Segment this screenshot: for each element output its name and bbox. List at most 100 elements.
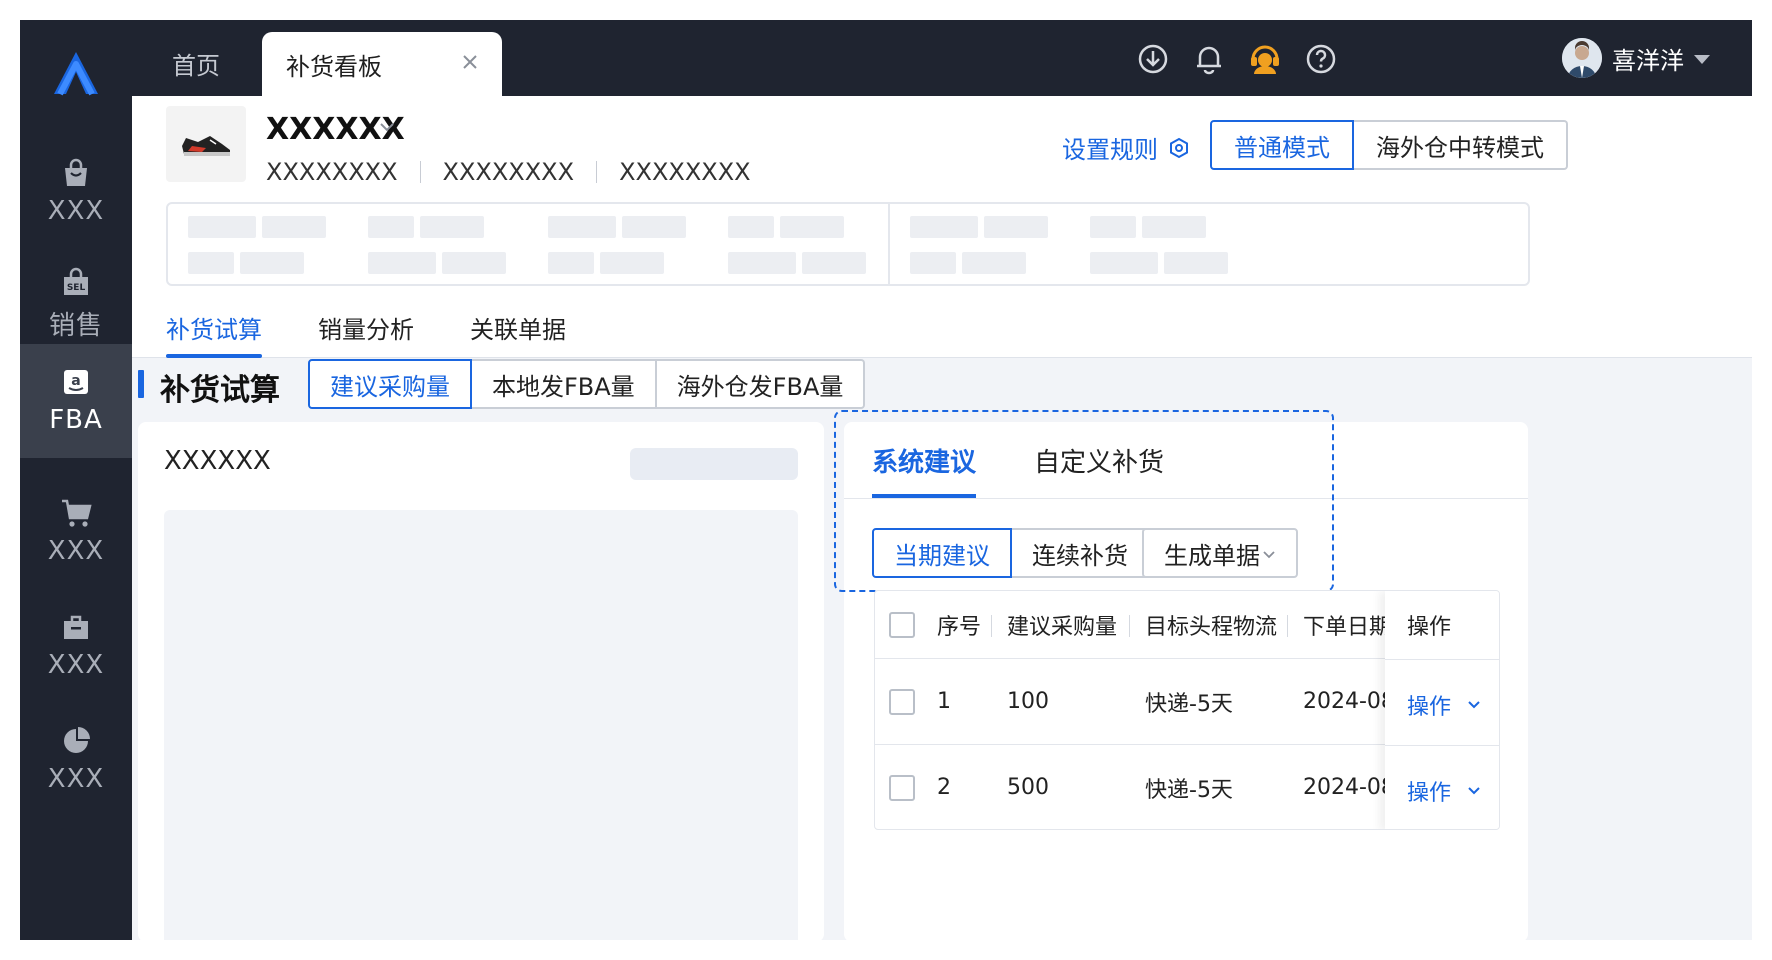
customer-support-icon[interactable] [1248, 42, 1282, 76]
tab-related-docs[interactable]: 关联单据 [470, 296, 566, 358]
skeleton-divider [888, 204, 890, 284]
download-icon[interactable] [1136, 42, 1170, 76]
header-order-date[interactable]: 下单日期 [1303, 591, 1385, 658]
normal-mode-button[interactable]: 普通模式 [1210, 120, 1354, 170]
settings-hex-icon [1170, 137, 1188, 158]
sidebar-item-xxx-3[interactable]: XXX [20, 582, 132, 710]
briefcase-icon [64, 615, 88, 639]
skeleton-block [1142, 216, 1206, 238]
bell-icon[interactable] [1192, 42, 1226, 76]
product-meta-item: XXXXXXXX [619, 158, 751, 186]
sidebar-item-label: XXX [47, 650, 105, 680]
section-title: 补货试算 [160, 373, 280, 408]
local-fba-button[interactable]: 本地发FBA量 [472, 359, 657, 409]
row-action-label: 操作 [1407, 781, 1452, 806]
user-menu[interactable]: 喜洋洋 [1562, 38, 1710, 78]
section-accent-bar [138, 370, 144, 398]
row-action-dropdown[interactable]: 操作 [1407, 689, 1481, 721]
sidebar-item-fba[interactable]: a FBA [20, 344, 132, 458]
product-header: XXXXXX XXXXXXXX XXXXXXXX XXXXXXXX 设置规则 普… [132, 96, 1752, 358]
svg-text:a: a [71, 373, 80, 389]
header-logistics[interactable]: 目标头程物流 [1145, 591, 1277, 658]
chevron-down-icon [1468, 787, 1480, 795]
skeleton-block [802, 252, 866, 274]
tab-sales-analysis[interactable]: 销量分析 [318, 296, 414, 358]
tab-system-suggestion[interactable]: 系统建议 [872, 422, 977, 498]
skeleton-block [188, 216, 256, 238]
tab-restock-calc[interactable]: 补货试算 [166, 296, 262, 358]
app-logo[interactable] [20, 20, 132, 128]
select-all-checkbox[interactable] [889, 611, 915, 638]
skeleton-block [548, 252, 594, 274]
row-action-dropdown[interactable]: 操作 [1407, 775, 1481, 807]
skeleton-block [780, 216, 844, 238]
skeleton-block [442, 252, 506, 274]
sidebar-item-label: FBA [49, 405, 103, 435]
select-all-cell [889, 591, 915, 658]
sidebar-item-label: 销售 [48, 310, 103, 341]
chevron-down-icon [1263, 551, 1275, 559]
sel-bag-icon: SEL [64, 267, 88, 295]
cell-index: 1 [937, 689, 951, 714]
header-qty[interactable]: 建议采购量 [1007, 591, 1117, 658]
cart-icon [62, 499, 92, 527]
cell-qty: 100 [1007, 689, 1049, 714]
product-meta-item: XXXXXXXX [442, 158, 575, 186]
tab-custom-restock[interactable]: 自定义补货 [1034, 422, 1164, 498]
tab-home[interactable]: 首页 [172, 46, 220, 81]
skeleton-block [600, 252, 664, 274]
product-image [166, 106, 246, 182]
generate-document-button[interactable]: 生成单据 [1142, 528, 1298, 578]
row-select-cell [889, 659, 915, 744]
product-meta-item: XXXXXXXX [266, 158, 398, 186]
suggestion-tabs: 系统建议 自定义补货 [872, 422, 1222, 498]
sidebar-item-label: XXX [47, 536, 105, 566]
close-icon[interactable] [458, 50, 482, 74]
current-period-button[interactable]: 当期建议 [872, 528, 1012, 578]
tab-divider [844, 498, 1528, 499]
skeleton-block [548, 216, 616, 238]
skeleton-block [910, 252, 956, 274]
shopping-bag-icon [65, 158, 87, 186]
skeleton-block [1164, 252, 1228, 274]
row-divider [1385, 659, 1499, 660]
caret-down-icon [1694, 54, 1710, 64]
summary-skeleton [166, 202, 1530, 286]
row-checkbox[interactable] [889, 774, 915, 801]
overseas-fba-button[interactable]: 海外仓发FBA量 [656, 359, 866, 409]
meta-divider [419, 161, 421, 183]
period-switch: 当期建议 连续补货 [872, 528, 1150, 578]
skeleton-block [728, 216, 774, 238]
skeleton-block [188, 252, 234, 274]
sidebar-item-xxx-4[interactable]: XXX [20, 696, 132, 824]
skeleton-block [622, 216, 686, 238]
sidebar-item-xxx-1[interactable]: XXX [20, 128, 132, 256]
skeleton-block [962, 252, 1026, 274]
column-separator [1129, 615, 1130, 637]
row-divider [1385, 745, 1499, 746]
header-index[interactable]: 序号 [937, 591, 981, 658]
continuous-restock-button[interactable]: 连续补货 [1012, 528, 1150, 578]
column-separator [1287, 615, 1288, 637]
sidebar-item-xxx-2[interactable]: XXX [20, 468, 132, 596]
svg-text:SEL: SEL [67, 283, 86, 293]
set-rules-link[interactable]: 设置规则 [1062, 130, 1190, 165]
chevron-down-icon[interactable] [378, 118, 396, 136]
cell-order-date: 2024-08 [1303, 689, 1385, 714]
skeleton-block [368, 252, 436, 274]
user-name: 喜洋洋 [1612, 46, 1684, 75]
skeleton-block [984, 216, 1048, 238]
suggested-purchase-button[interactable]: 建议采购量 [308, 359, 472, 409]
cell-logistics: 快递-5天 [1145, 777, 1233, 803]
chart-placeholder [164, 510, 798, 940]
pie-chart-icon [64, 727, 90, 753]
skeleton-block [1090, 252, 1158, 274]
tab-restock-board[interactable]: 补货看板 [262, 32, 502, 96]
row-checkbox[interactable] [889, 688, 915, 715]
left-card: XXXXXX [138, 422, 824, 940]
top-bar: 首页 补货看板 喜洋洋 [132, 20, 1752, 96]
help-icon[interactable] [1304, 42, 1338, 76]
header-action: 操作 [1407, 615, 1452, 640]
skeleton-block [262, 216, 326, 238]
overseas-transfer-mode-button[interactable]: 海外仓中转模式 [1354, 120, 1568, 170]
